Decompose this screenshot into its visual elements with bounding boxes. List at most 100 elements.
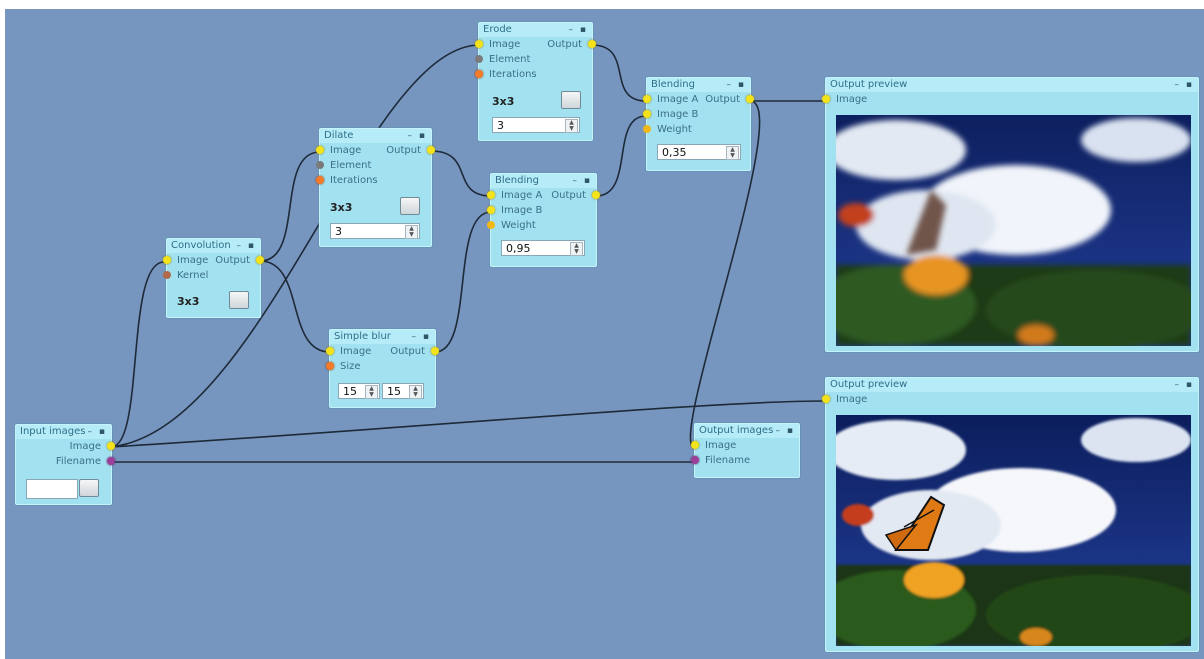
dilate-node[interactable]: Dilate – ▪ Image Output Element Iterations…	[316, 128, 435, 247]
window-controls-icon[interactable]: – ▪	[237, 239, 256, 253]
node-title: Input images	[20, 426, 86, 437]
weight-spinbox[interactable]: 0,35 ▲ ▼	[657, 144, 741, 160]
spin-arrows-icon[interactable]: ▲ ▼	[409, 385, 422, 399]
port-label: Kernel	[177, 270, 209, 281]
node-title: Dilate	[324, 130, 354, 141]
image-input-port[interactable]	[822, 95, 830, 103]
browse-button[interactable]	[79, 479, 99, 497]
port-label: Output	[390, 346, 425, 357]
spin-arrows-icon[interactable]: ▲ ▼	[570, 242, 583, 256]
port-label: Filename	[705, 455, 751, 466]
image-a-input-port[interactable]	[487, 191, 495, 199]
spin-arrows-icon[interactable]: ▲ ▼	[726, 146, 739, 160]
output-images-node[interactable]: Output images – ▪ Image Filename	[691, 423, 800, 478]
output-port[interactable]	[592, 191, 600, 199]
output-preview-header[interactable]: Output preview – ▪	[826, 378, 1198, 392]
convolution-node[interactable]: Convolution – ▪ Image Output Kernel 3x3	[163, 238, 264, 318]
kernel-input-port[interactable]	[163, 271, 171, 279]
erode-header[interactable]: Erode – ▪	[479, 23, 592, 37]
size-width-spinbox[interactable]: 15 ▲ ▼	[338, 383, 380, 399]
erode-node[interactable]: Erode – ▪ Image Output Element Iterations …	[475, 22, 596, 141]
image-input-port[interactable]	[691, 441, 699, 449]
spin-value: 0,95	[506, 242, 531, 255]
output-port[interactable]	[427, 146, 435, 154]
preview-image-original	[836, 415, 1191, 646]
image-b-input-port[interactable]	[643, 110, 651, 118]
spin-arrows-icon[interactable]: ▲ ▼	[365, 385, 378, 399]
spin-arrows-icon[interactable]: ▲ ▼	[405, 225, 418, 239]
node-title: Output preview	[830, 79, 908, 90]
window-controls-icon[interactable]: – ▪	[88, 425, 107, 439]
simple-blur-header[interactable]: Simple blur – ▪	[330, 330, 435, 344]
input-images-node[interactable]: Input images – ▪ Image Filename	[15, 424, 115, 505]
output-images-header[interactable]: Output images – ▪	[695, 424, 799, 438]
output-preview-header[interactable]: Output preview – ▪	[826, 78, 1198, 92]
output-port[interactable]	[256, 256, 264, 264]
weight-spinbox[interactable]: 0,95 ▲ ▼	[501, 240, 585, 256]
output-port[interactable]	[746, 95, 754, 103]
blending-node-2[interactable]: Blending – ▪ Image A Output Image B Weight…	[643, 77, 754, 171]
element-input-port[interactable]	[475, 55, 483, 63]
port-label: Size	[340, 361, 361, 372]
kernel-edit-button[interactable]	[229, 291, 249, 309]
node-title: Simple blur	[334, 331, 391, 342]
image-output-port[interactable]	[107, 442, 115, 450]
element-input-port[interactable]	[316, 161, 324, 169]
wire-blur-blend1	[434, 211, 492, 353]
iterations-input-port[interactable]	[475, 70, 483, 78]
spin-value: 15	[343, 385, 357, 398]
wire-erode-blend2	[591, 44, 647, 102]
output-preview-node-2[interactable]: Output preview – ▪ Image	[822, 377, 1199, 652]
wire-conv-dilate	[259, 151, 321, 262]
element-edit-button[interactable]	[561, 91, 581, 109]
window-controls-icon[interactable]: – ▪	[1175, 78, 1194, 92]
node-title: Blending	[495, 175, 539, 186]
window-controls-icon[interactable]: – ▪	[408, 129, 427, 143]
window-controls-icon[interactable]: – ▪	[412, 330, 431, 344]
input-images-header[interactable]: Input images – ▪	[16, 425, 111, 439]
window-controls-icon[interactable]: – ▪	[727, 78, 746, 92]
image-input-port[interactable]	[316, 146, 324, 154]
spin-arrows-icon[interactable]: ▲ ▼	[565, 119, 578, 133]
blending-header[interactable]: Blending – ▪	[491, 174, 596, 188]
window-controls-icon[interactable]: – ▪	[573, 174, 592, 188]
blending-header[interactable]: Blending – ▪	[647, 78, 750, 92]
output-port[interactable]	[588, 40, 596, 48]
image-input-port[interactable]	[822, 395, 830, 403]
weight-input-port[interactable]	[487, 221, 495, 229]
port-label: Image B	[657, 109, 699, 120]
iterations-spinbox[interactable]: 3 ▲ ▼	[330, 223, 420, 239]
filename-output-port[interactable]	[107, 457, 115, 465]
size-input-port[interactable]	[326, 362, 334, 370]
output-preview-node-1[interactable]: Output preview – ▪ Image	[822, 77, 1199, 352]
simple-blur-node[interactable]: Simple blur – ▪ Image Output Size 15 ▲ ▼ 15 ▲…	[326, 329, 439, 408]
node-graph-canvas[interactable]: Erode – ▪ Image Output Element Iterations …	[5, 9, 1204, 659]
port-label: Image	[489, 39, 521, 50]
image-input-port[interactable]	[475, 40, 483, 48]
port-label: Element	[489, 54, 531, 65]
image-b-input-port[interactable]	[487, 206, 495, 214]
window-controls-icon[interactable]: – ▪	[1175, 378, 1194, 392]
weight-input-port[interactable]	[643, 125, 651, 133]
iterations-spinbox[interactable]: 3 ▲ ▼	[492, 117, 580, 133]
file-path-input[interactable]	[26, 479, 78, 499]
port-label: Image	[340, 346, 372, 357]
image-input-port[interactable]	[163, 256, 171, 264]
port-label: Image	[836, 94, 868, 105]
element-edit-button[interactable]	[400, 197, 420, 215]
preview-image-blurred	[836, 115, 1191, 346]
window-controls-icon[interactable]: – ▪	[569, 23, 588, 37]
port-label: Image	[177, 255, 209, 266]
window-controls-icon[interactable]: – ▪	[776, 424, 795, 438]
output-port[interactable]	[431, 347, 439, 355]
wire-input-convolution	[110, 261, 165, 448]
size-height-spinbox[interactable]: 15 ▲ ▼	[382, 383, 424, 399]
filename-input-port[interactable]	[691, 456, 699, 464]
image-input-port[interactable]	[326, 347, 334, 355]
blending-node-1[interactable]: Blending – ▪ Image A Output Image B Weight…	[487, 173, 600, 267]
image-a-input-port[interactable]	[643, 95, 651, 103]
dilate-header[interactable]: Dilate – ▪	[320, 129, 431, 143]
spin-value: 3	[335, 225, 342, 238]
iterations-input-port[interactable]	[316, 176, 324, 184]
convolution-header[interactable]: Convolution – ▪	[167, 239, 260, 253]
